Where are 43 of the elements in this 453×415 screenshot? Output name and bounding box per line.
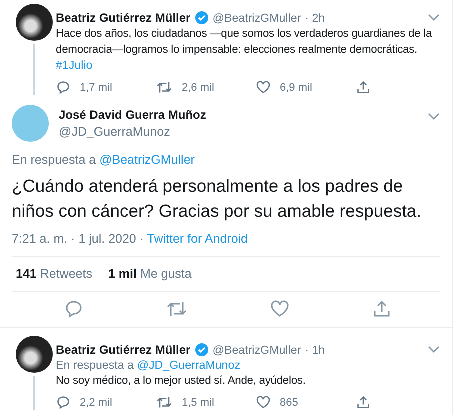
- avatar-circle[interactable]: [16, 4, 52, 41]
- like-count: 6,9 mil: [280, 82, 312, 94]
- mention-link[interactable]: @JD_GuerraMunoz: [137, 359, 241, 372]
- retweet-icon[interactable]: [166, 299, 188, 319]
- stat-link[interactable]: 1 mil Me gusta: [108, 267, 192, 281]
- reply-label: En respuesta a: [56, 359, 134, 372]
- mention-link[interactable]: @BeatrizGMuller: [100, 153, 195, 167]
- share-icon[interactable]: [372, 299, 392, 319]
- chevron-down-icon[interactable]: [428, 346, 440, 354]
- tweet-time: · 1h: [305, 344, 326, 356]
- user-handle[interactable]: @BeatrizGMuller: [212, 344, 302, 356]
- chevron-down-icon[interactable]: [428, 113, 440, 121]
- reply-count: 1,7 mil: [80, 82, 112, 94]
- tweet-text: Hace dos años, los ciudadanos —que somos los verdaderos guardianes de la democracia—logramos lo impensable: elecciones realmente democráticas.: [56, 27, 434, 58]
- tweet-text: ¿Cuándo atenderá personalmente a los padres de niños con cáncer? Gracias por su amable respuesta.: [12, 175, 423, 223]
- user-name[interactable]: José David Guerra Muñoz: [59, 108, 206, 122]
- tweet-date: 7:21 a. m. · 1 jul. 2020 ·: [12, 232, 144, 246]
- retweet-count: 1,5 mil: [182, 396, 214, 408]
- retweet-count: 2,6 mil: [182, 82, 214, 94]
- reply-label: En respuesta a: [12, 153, 96, 167]
- heart-icon[interactable]: [256, 80, 271, 95]
- chevron-down-icon[interactable]: [428, 14, 440, 22]
- share-icon[interactable]: [356, 395, 371, 410]
- avatar-circle[interactable]: [16, 336, 52, 373]
- source-link[interactable]: Twitter for Android: [147, 232, 248, 246]
- retweet-icon[interactable]: [156, 80, 173, 95]
- user-name[interactable]: Beatriz Gutiérrez Müller: [56, 343, 191, 357]
- user-handle[interactable]: @BeatrizGMuller: [212, 12, 302, 24]
- like-count: 865: [280, 396, 298, 408]
- retweet-icon[interactable]: [156, 395, 173, 410]
- reply-icon[interactable]: [64, 299, 84, 319]
- reply-icon[interactable]: [56, 80, 71, 95]
- tweet-text: No soy médico, a lo mejor usted sí. Ande, ayúdelos.: [56, 374, 307, 389]
- reply-count: 2,2 mil: [80, 396, 112, 408]
- tweet-time: · 2h: [305, 12, 326, 24]
- reply-icon[interactable]: [56, 395, 71, 410]
- heart-icon[interactable]: [270, 299, 290, 319]
- stat-link[interactable]: 141 Retweets: [16, 267, 92, 281]
- user-handle[interactable]: @JD_GuerraMunoz: [59, 125, 206, 139]
- user-name[interactable]: Beatriz Gutiérrez Müller: [56, 11, 191, 25]
- share-icon[interactable]: [356, 80, 371, 95]
- heart-icon[interactable]: [256, 395, 271, 410]
- hashtag-link[interactable]: #1Julio: [56, 58, 93, 74]
